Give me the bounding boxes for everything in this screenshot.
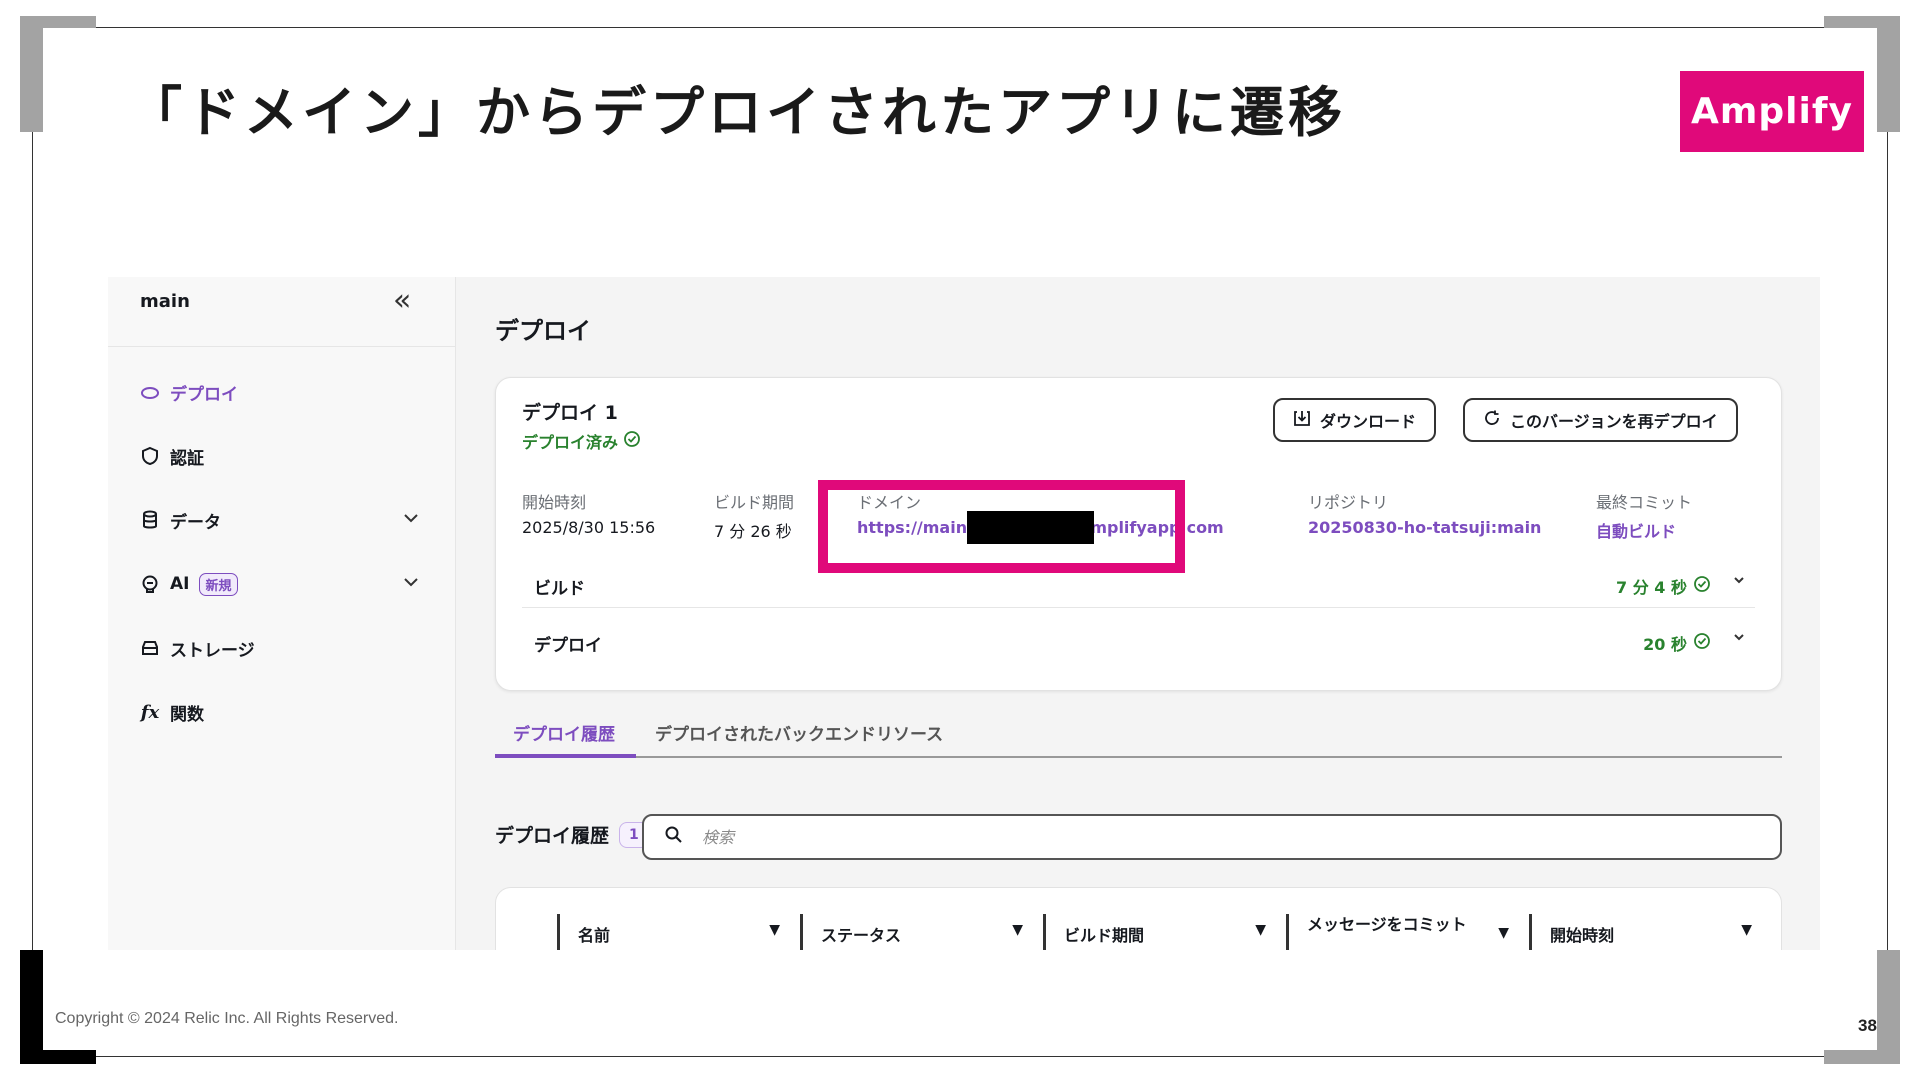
history-table: 名前 ▼ ステータス ▼ ビルド期間 ▼ メッセージをコミット ▼ 開始時刻 ▼	[495, 887, 1782, 950]
start-time-label: 開始時刻	[522, 493, 587, 512]
history-header: デプロイ履歴 1	[495, 821, 649, 848]
column-header-commit-message[interactable]: メッセージをコミット ▼	[1286, 914, 1529, 950]
sidebar-header: main «	[108, 277, 455, 347]
last-commit-link[interactable]: 自動ビルド	[1596, 518, 1676, 542]
column-header-status[interactable]: ステータス ▼	[800, 914, 1043, 950]
search-input[interactable]	[702, 827, 1707, 847]
tab-deploy-history[interactable]: デプロイ履歴	[513, 720, 615, 745]
column-header-name[interactable]: 名前 ▼	[557, 914, 800, 950]
deploy-card-title: デプロイ 1	[522, 402, 618, 424]
build-row-duration: 7 分 4 秒	[1616, 574, 1711, 598]
chevron-down-icon[interactable]	[402, 509, 420, 532]
sort-down-icon[interactable]: ▼	[1741, 922, 1752, 938]
frame-corner-top-left-vertical	[20, 16, 43, 132]
collapse-sidebar-icon[interactable]: «	[393, 283, 411, 318]
column-header-label: メッセージをコミット	[1307, 915, 1467, 934]
tab-bar: デプロイ履歴 デプロイされたバックエンドリソース	[495, 710, 1782, 758]
duration-text: 20 秒	[1643, 635, 1687, 654]
copyright-text: Copyright © 2024 Relic Inc. All Rights R…	[55, 1010, 399, 1027]
status-text: デプロイ済み	[522, 433, 619, 452]
frame-corner-top-right-vertical	[1877, 16, 1900, 132]
sidebar-item-label: ストレージ	[170, 640, 255, 661]
brand-badge: Amplify	[1680, 71, 1864, 152]
duration-text: 7 分 4 秒	[1616, 578, 1687, 597]
history-title: デプロイ履歴	[495, 825, 610, 847]
repository-link[interactable]: 20250830-ho-tatsuji:main	[1308, 518, 1541, 537]
search-icon	[664, 825, 684, 849]
sidebar-item-auth[interactable]: 認証	[140, 441, 420, 471]
build-duration-label: ビルド期間	[714, 493, 795, 512]
check-circle-icon	[623, 430, 641, 452]
frame-left-line	[32, 132, 33, 950]
frame-bottom-line	[96, 1056, 1825, 1057]
deploy-row-label: デプロイ	[534, 636, 602, 656]
last-commit-label: 最終コミット	[1596, 493, 1693, 512]
brain-icon	[140, 574, 160, 594]
download-icon	[1293, 409, 1311, 431]
column-header-label: ステータス	[821, 926, 902, 945]
sort-down-icon[interactable]: ▼	[769, 922, 780, 938]
redeploy-button[interactable]: このバージョンを再デプロイ	[1463, 398, 1738, 442]
sidebar-item-data[interactable]: データ	[140, 505, 420, 535]
column-header-label: 名前	[578, 926, 611, 945]
sidebar-item-storage[interactable]: ストレージ	[140, 633, 420, 663]
domain-highlight-box	[818, 480, 1185, 573]
sidebar-item-label: データ	[170, 512, 221, 533]
column-header-label: ビルド期間	[1064, 926, 1145, 945]
branch-name: main	[140, 291, 190, 312]
download-button[interactable]: ダウンロード	[1273, 398, 1437, 442]
sort-down-icon[interactable]: ▼	[1255, 922, 1266, 938]
download-button-label: ダウンロード	[1320, 412, 1417, 431]
shield-icon	[140, 446, 160, 466]
deploy-card: デプロイ 1 デプロイ済み ダウンロード このバージョンを再デプロイ 開始時刻 …	[495, 377, 1782, 691]
deploy-row-duration: 20 秒	[1643, 631, 1711, 655]
sidebar-item-label: AI	[170, 574, 190, 594]
status-badge: デプロイ済み	[522, 429, 641, 453]
column-header-start-time[interactable]: 開始時刻 ▼	[1529, 914, 1772, 950]
chevron-down-icon[interactable]	[1733, 574, 1745, 590]
page-title: デプロイ	[495, 317, 591, 345]
function-icon: fx	[140, 701, 160, 723]
sidebar-item-label: 認証	[170, 448, 204, 469]
sidebar: main « デプロイ 認証 データ AI 新規 ストレージ fx 関数	[108, 277, 456, 950]
active-tab-indicator	[495, 754, 636, 758]
repository-label: リポジトリ	[1308, 493, 1389, 512]
redeploy-button-label: このバージョンを再デプロイ	[1510, 412, 1718, 431]
console-screenshot: main « デプロイ 認証 データ AI 新規 ストレージ fx 関数 デプロ…	[108, 277, 1820, 950]
check-circle-icon	[1693, 575, 1711, 597]
frame-corner-bottom-left-vertical	[20, 950, 43, 1064]
column-header-build-duration[interactable]: ビルド期間 ▼	[1043, 914, 1286, 950]
build-row[interactable]: ビルド 7 分 4 秒	[522, 562, 1755, 608]
frame-right-line	[1887, 132, 1888, 950]
database-icon	[140, 510, 160, 530]
deploy-row[interactable]: デプロイ 20 秒	[522, 619, 1755, 665]
sidebar-item-functions[interactable]: fx 関数	[140, 697, 420, 727]
new-badge: 新規	[199, 572, 238, 596]
tab-backend-resources[interactable]: デプロイされたバックエンドリソース	[655, 720, 943, 745]
start-time-value: 2025/8/30 15:56	[522, 518, 656, 537]
search-box	[642, 814, 1782, 860]
build-row-label: ビルド	[534, 579, 585, 599]
slide-title: 「ドメイン」からデプロイされたアプリに遷移	[128, 81, 1346, 144]
build-duration-value: 7 分 26 秒	[714, 522, 792, 541]
frame-corner-bottom-right-vertical	[1877, 950, 1900, 1064]
page-number: 38	[1858, 1016, 1877, 1035]
storage-icon	[140, 638, 160, 658]
sidebar-item-ai[interactable]: AI 新規	[140, 569, 420, 599]
chevron-down-icon[interactable]	[1733, 631, 1745, 647]
chevron-down-icon[interactable]	[402, 573, 420, 596]
sidebar-item-label: 関数	[170, 704, 204, 725]
refresh-icon	[1483, 409, 1501, 431]
column-header-label: 開始時刻	[1550, 926, 1615, 945]
sidebar-item-label: デプロイ	[170, 384, 238, 405]
sort-down-icon[interactable]: ▼	[1012, 922, 1023, 938]
check-circle-icon	[1693, 632, 1711, 654]
sidebar-item-deploy[interactable]: デプロイ	[140, 377, 420, 407]
sort-down-icon[interactable]: ▼	[1498, 922, 1509, 944]
cloud-icon	[140, 382, 160, 402]
frame-top-line	[96, 27, 1825, 28]
main-panel: デプロイ デプロイ 1 デプロイ済み ダウンロード このバージョンを再デプロイ	[456, 277, 1820, 950]
